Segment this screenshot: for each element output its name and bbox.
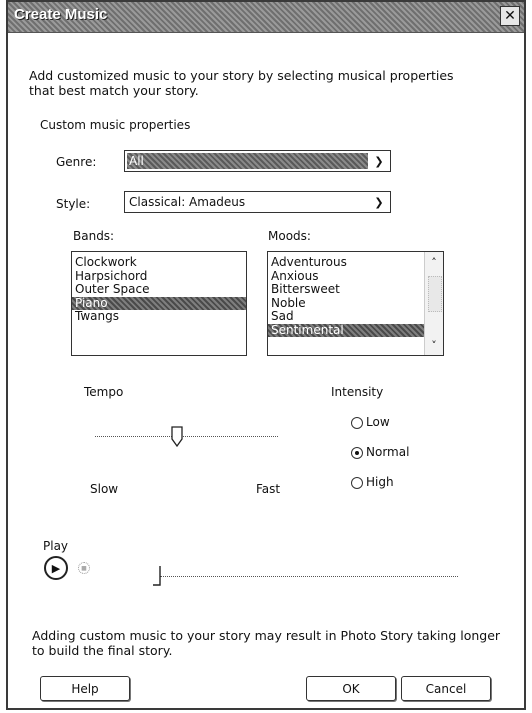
moods-list-item[interactable]: Anxious <box>268 269 425 284</box>
style-select[interactable]: Classical: Amadeus ❯ <box>124 191 391 213</box>
play-icon: ▶ <box>51 561 61 575</box>
moods-items: Adventurous Anxious Bittersweet Noble Sad Sen… <box>268 252 443 337</box>
style-value: Classical: Amadeus <box>129 195 246 209</box>
intensity-option-label[interactable]: Normal <box>366 445 409 459</box>
close-button[interactable]: ✕ <box>500 6 520 26</box>
intensity-radio-high[interactable] <box>351 477 363 489</box>
cancel-button-label: Cancel <box>425 681 467 696</box>
close-icon: ✕ <box>504 8 516 24</box>
title-bar: Create Music ✕ <box>8 2 524 33</box>
moods-list[interactable]: Adventurous Anxious Bittersweet Noble Sad Sen… <box>267 251 444 356</box>
stop-icon: ■ <box>81 564 87 572</box>
bands-list[interactable]: Clockwork Harpsichord Outer Space Piano Twan… <box>71 251 247 356</box>
playback-position-marker[interactable] <box>152 565 162 587</box>
intensity-radio-normal[interactable] <box>351 447 363 459</box>
radio-selected-dot <box>355 451 359 455</box>
tempo-slider-thumb[interactable] <box>170 426 184 448</box>
intro-text: Add customized music to your story by se… <box>29 68 454 98</box>
bands-list-item[interactable]: Harpsichord <box>72 269 246 284</box>
playback-track[interactable] <box>160 576 458 577</box>
stop-button[interactable]: ■ <box>78 562 90 574</box>
play-button[interactable]: ▶ <box>44 556 68 580</box>
genre-select[interactable]: All ❯ <box>124 150 391 172</box>
bands-list-item[interactable]: Twangs <box>72 309 246 324</box>
footer-note: Adding custom music to your story may re… <box>32 628 501 658</box>
intensity-radio-low[interactable] <box>351 417 363 429</box>
chevron-down-icon[interactable]: ❯ <box>370 194 388 210</box>
intensity-label: Intensity <box>331 385 384 399</box>
moods-scrollbar[interactable]: ˄ ˅ <box>424 252 443 355</box>
bands-list-item[interactable]: Piano <box>72 296 246 310</box>
custom-music-properties-label: Custom music properties <box>40 118 191 132</box>
scroll-down-icon[interactable]: ˅ <box>425 337 443 353</box>
moods-list-item[interactable]: Adventurous <box>268 255 425 270</box>
intensity-option-label[interactable]: Low <box>366 415 390 429</box>
genre-label: Genre: <box>56 155 97 169</box>
cancel-button[interactable]: Cancel <box>401 676 491 701</box>
bands-list-item[interactable]: Clockwork <box>72 255 246 270</box>
style-label: Style: <box>56 197 91 211</box>
help-button[interactable]: Help <box>40 676 130 701</box>
bands-label: Bands: <box>73 229 115 243</box>
intensity-option-label[interactable]: High <box>366 475 394 489</box>
dialog-title: Create Music <box>14 6 108 23</box>
play-label: Play <box>43 539 69 553</box>
moods-list-item[interactable]: Sad <box>268 309 425 324</box>
scroll-up-icon[interactable]: ˄ <box>425 254 443 270</box>
bands-items: Clockwork Harpsichord Outer Space Piano Twan… <box>72 252 246 324</box>
tempo-fast-label: Fast <box>256 482 281 496</box>
bands-list-item[interactable]: Outer Space <box>72 282 246 297</box>
ok-button-label: OK <box>342 681 360 696</box>
scroll-thumb[interactable] <box>428 276 442 312</box>
genre-value: All <box>127 153 368 169</box>
help-button-label: Help <box>71 681 99 696</box>
moods-label: Moods: <box>268 229 311 243</box>
ok-button[interactable]: OK <box>306 676 396 701</box>
moods-list-item[interactable]: Bittersweet <box>268 282 425 297</box>
moods-list-item[interactable]: Sentimental <box>268 323 425 337</box>
chevron-down-icon[interactable]: ❯ <box>370 153 388 169</box>
tempo-slider-track[interactable] <box>95 436 278 437</box>
tempo-slow-label: Slow <box>90 482 119 496</box>
tempo-label: Tempo <box>84 385 124 399</box>
moods-list-item[interactable]: Noble <box>268 296 425 311</box>
